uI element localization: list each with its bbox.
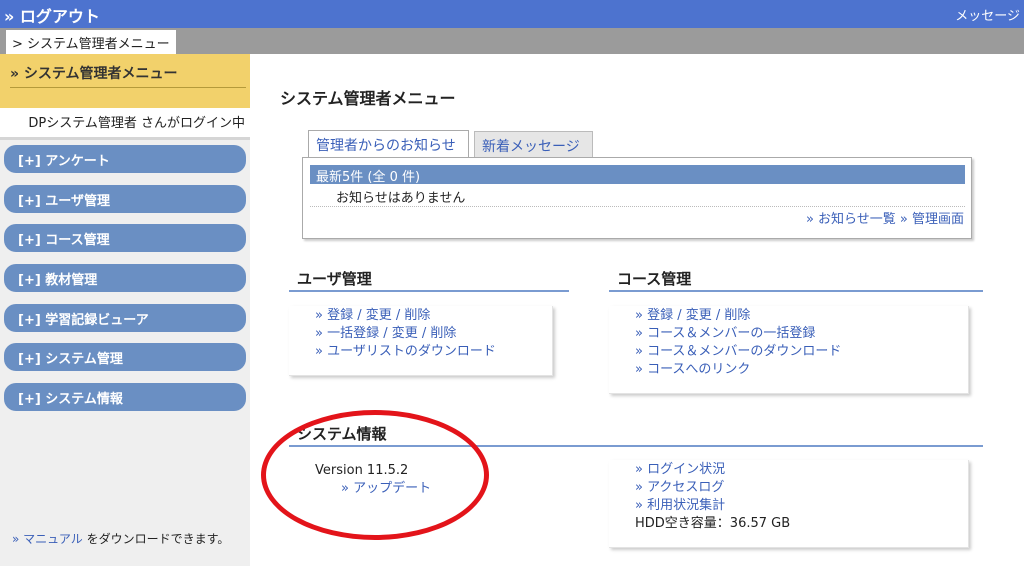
page-title: システム管理者メニュー xyxy=(280,89,456,108)
sidebar-item-user-management[interactable]: [+] ユーザ管理 xyxy=(4,185,246,213)
logout-link[interactable]: » ログアウト xyxy=(4,3,100,27)
course-link-link[interactable]: » コースへのリンク xyxy=(635,361,968,379)
notice-admin-link[interactable]: » 管理画面 xyxy=(900,212,964,227)
manual-link[interactable]: » マニュアル xyxy=(12,532,83,546)
sidebar-item-survey[interactable]: [+] アンケート xyxy=(4,145,246,173)
user-bulk-register-link[interactable]: » 一括登録 / 変更 / 削除 xyxy=(315,325,552,343)
notice-list-link[interactable]: » お知らせ一覧 xyxy=(806,212,896,227)
notice-count-bar: 最新5件 (全 0 件) xyxy=(310,165,965,185)
version-text: Version 11.5.2 xyxy=(315,463,409,478)
system-info-title: システム情報 xyxy=(289,423,983,447)
course-download-link[interactable]: » コース＆メンバーのダウンロード xyxy=(635,343,968,361)
notice-panel: 最新5件 (全 0 件) お知らせはありません » お知らせ一覧 » 管理画面 xyxy=(302,157,972,239)
login-status-link[interactable]: » ログイン状況 xyxy=(635,461,968,479)
top-bar: » ログアウト メッセージ xyxy=(0,0,1024,28)
login-status: DPシステム管理者 さんがログイン中 xyxy=(0,108,250,140)
notice-empty-text: お知らせはありません xyxy=(336,191,466,206)
hdd-free-space: HDD空き容量：36.57 GB xyxy=(635,516,791,531)
sidebar-item-system-management[interactable]: [+] システム管理 xyxy=(4,343,246,371)
sidebar-item-learning-record-viewer[interactable]: [+] 学習記録ビューア xyxy=(4,304,246,332)
course-register-link[interactable]: » 登録 / 変更 / 削除 xyxy=(635,307,968,325)
sidebar-title: » システム管理者メニュー xyxy=(10,63,246,88)
breadcrumb[interactable]: > システム管理者メニュー xyxy=(6,30,176,54)
course-bulk-register-link[interactable]: » コース＆メンバーの一括登録 xyxy=(635,325,968,343)
sidebar-item-material-management[interactable]: [+] 教材管理 xyxy=(4,264,246,292)
sidebar-item-system-info[interactable]: [+] システム情報 xyxy=(4,383,246,411)
system-info-left: Version 11.5.2 » アップデート xyxy=(315,462,431,498)
user-management-title: ユーザ管理 xyxy=(289,268,569,292)
tab-admin-notices[interactable]: 管理者からのお知らせ xyxy=(308,130,469,158)
manual-download-note: » マニュアル をダウンロードできます。 xyxy=(12,530,229,547)
user-list-download-link[interactable]: » ユーザリストのダウンロード xyxy=(315,343,552,361)
tab-new-messages[interactable]: 新着メッセージ xyxy=(474,131,593,159)
manual-note-text: をダウンロードできます。 xyxy=(82,532,230,546)
access-log-link[interactable]: » アクセスログ xyxy=(635,479,968,497)
notice-links: » お知らせ一覧 » 管理画面 xyxy=(806,208,964,227)
messages-link[interactable]: メッセージ xyxy=(955,5,1020,24)
course-management-title: コース管理 xyxy=(609,268,983,292)
user-register-link[interactable]: » 登録 / 変更 / 削除 xyxy=(315,307,552,325)
course-management-panel: » 登録 / 変更 / 削除 » コース＆メンバーの一括登録 » コース＆メンバ… xyxy=(609,306,969,394)
divider xyxy=(310,206,965,207)
sidebar: » システム管理者メニュー DPシステム管理者 さんがログイン中 [+] アンケ… xyxy=(0,54,250,566)
usage-stats-link[interactable]: » 利用状況集計 xyxy=(635,497,968,515)
update-link[interactable]: » アップデート xyxy=(315,480,431,498)
system-info-panel: » ログイン状況 » アクセスログ » 利用状況集計 HDD空き容量：36.57… xyxy=(609,460,969,548)
sidebar-header: » システム管理者メニュー xyxy=(0,54,250,108)
breadcrumb-bar: > システム管理者メニュー xyxy=(0,28,1024,54)
user-management-panel: » 登録 / 変更 / 削除 » 一括登録 / 変更 / 削除 » ユーザリスト… xyxy=(289,306,553,376)
sidebar-item-course-management[interactable]: [+] コース管理 xyxy=(4,224,246,252)
